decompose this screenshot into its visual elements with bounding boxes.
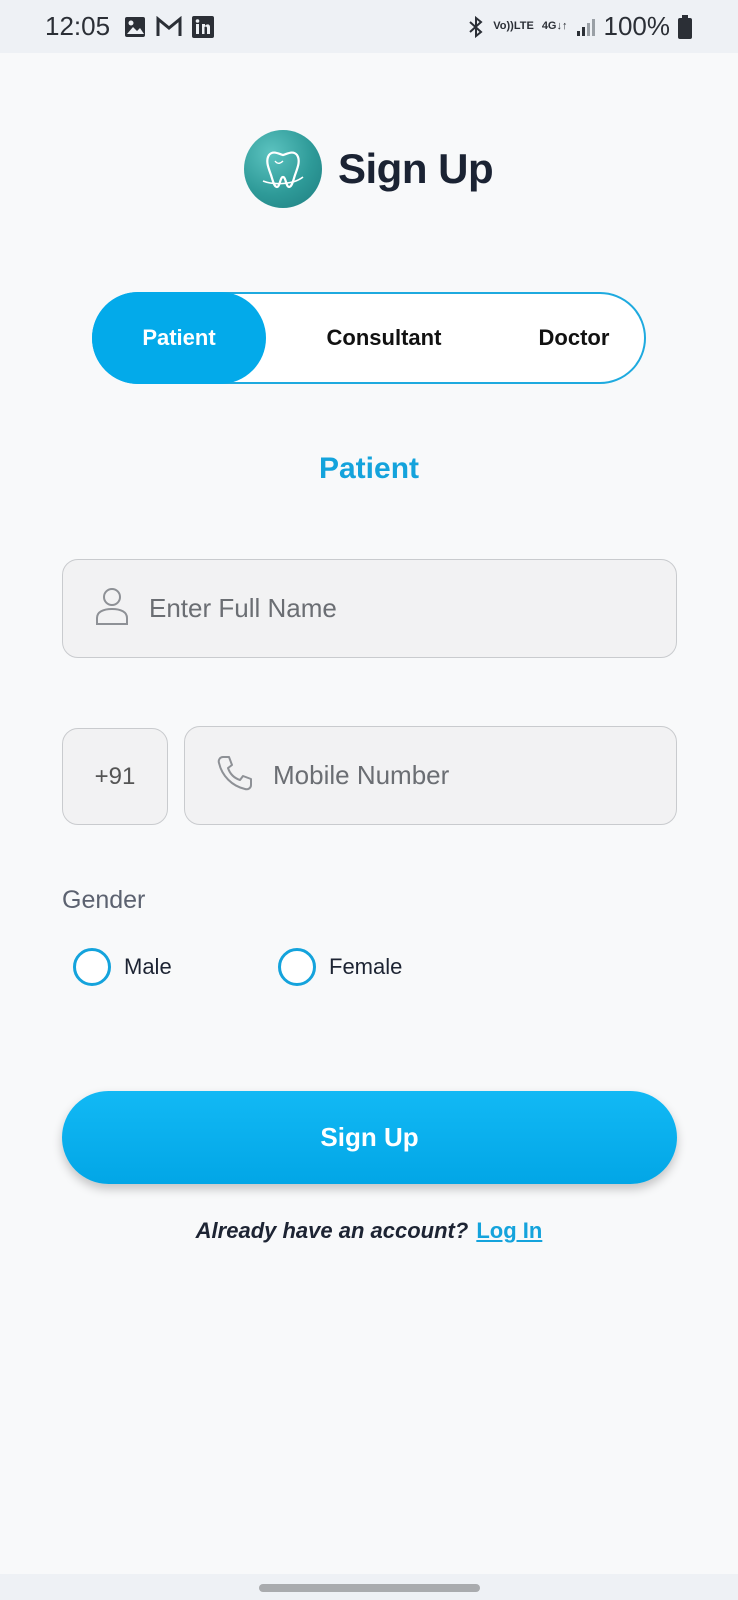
section-title: Patient [318,452,420,485]
signup-screen: 12:05 Vo)) LTE 4G ↓↑ 100% Sign Up Patien… [0,0,738,1600]
radio-label-male: Male [124,954,172,979]
linkedin-icon [192,15,215,38]
gender-option-female[interactable]: Female [278,948,402,986]
gmail-icon [156,15,182,38]
user-icon [95,586,129,631]
login-prompt: Already have an account? Log In [0,1218,738,1244]
log-in-link[interactable]: Log In [476,1218,542,1243]
full-name-field [62,559,677,658]
radio-button-female[interactable] [278,948,316,986]
page-title: Sign Up [338,145,494,192]
role-segmented-control: Patient Consultant Doctor [92,292,646,384]
4g-icon: 4G ↓↑ [541,20,568,32]
tab-doctor[interactable]: Doctor [504,292,644,384]
home-indicator[interactable] [259,1584,480,1592]
battery-percent: 100% [603,11,671,41]
gallery-icon [124,16,146,38]
gender-label: Gender [62,886,146,914]
tab-patient[interactable]: Patient [92,292,266,384]
gender-option-male[interactable]: Male [73,948,172,986]
page-header: Sign Up [244,130,494,208]
phone-icon [215,753,255,798]
country-code-field[interactable]: +91 [62,728,168,825]
full-name-input[interactable] [149,560,676,657]
tab-consultant[interactable]: Consultant [304,292,464,384]
bluetooth-icon [467,15,485,39]
tooth-logo-icon [244,130,322,208]
radio-label-female: Female [329,954,403,979]
mobile-number-input[interactable] [273,727,676,824]
sign-up-button[interactable]: Sign Up [62,1091,677,1184]
status-bar: 12:05 Vo)) LTE 4G ↓↑ 100% [0,0,738,53]
radio-button-male[interactable] [73,948,111,986]
battery-icon [678,14,692,39]
mobile-number-field [184,726,677,825]
volte-icon: Vo)) LTE [493,20,534,32]
login-prompt-text: Already have an account? [195,1218,469,1243]
country-code-value: +91 [94,762,136,790]
signal-icon [576,17,596,37]
status-time: 12:05 [45,11,111,41]
